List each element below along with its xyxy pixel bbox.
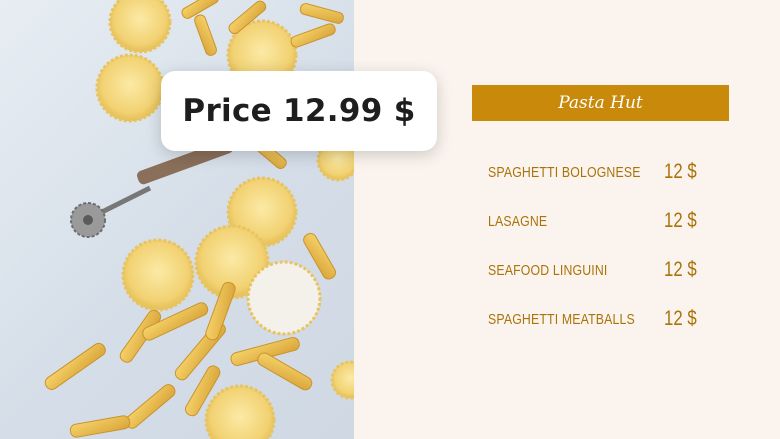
- menu-item: SEAFOOD LINGUINI 12 $: [488, 256, 728, 305]
- ravioli-group: [95, 0, 354, 439]
- menu-item-price: 12 $: [664, 209, 697, 232]
- menu-item: LASAGNE 12 $: [488, 207, 728, 256]
- menu-item-price: 12 $: [664, 258, 697, 281]
- pasta-cutter: [70, 139, 233, 238]
- menu-item-name: LASAGNE: [488, 213, 548, 230]
- menu-item: SPAGHETTI MEATBALLS 12 $: [488, 305, 728, 354]
- pasta-photo: [0, 0, 354, 439]
- menu-item-name: SPAGHETTI MEATBALLS: [488, 311, 635, 328]
- price-label: Price 12.99 $: [182, 93, 416, 129]
- menu-item-price: 12 $: [664, 160, 697, 183]
- restaurant-title: Pasta Hut: [558, 93, 643, 113]
- menu-item-name: SEAFOOD LINGUINI: [488, 262, 608, 279]
- price-card: Price 12.99 $: [161, 71, 437, 151]
- menu-item-price: 12 $: [664, 307, 697, 330]
- menu-item: SPAGHETTI BOLOGNESE 12 $: [488, 158, 728, 207]
- restaurant-banner: Pasta Hut: [472, 85, 729, 121]
- menu-item-name: SPAGHETTI BOLOGNESE: [488, 164, 641, 181]
- menu-list: SPAGHETTI BOLOGNESE 12 $ LASAGNE 12 $ SE…: [488, 158, 728, 354]
